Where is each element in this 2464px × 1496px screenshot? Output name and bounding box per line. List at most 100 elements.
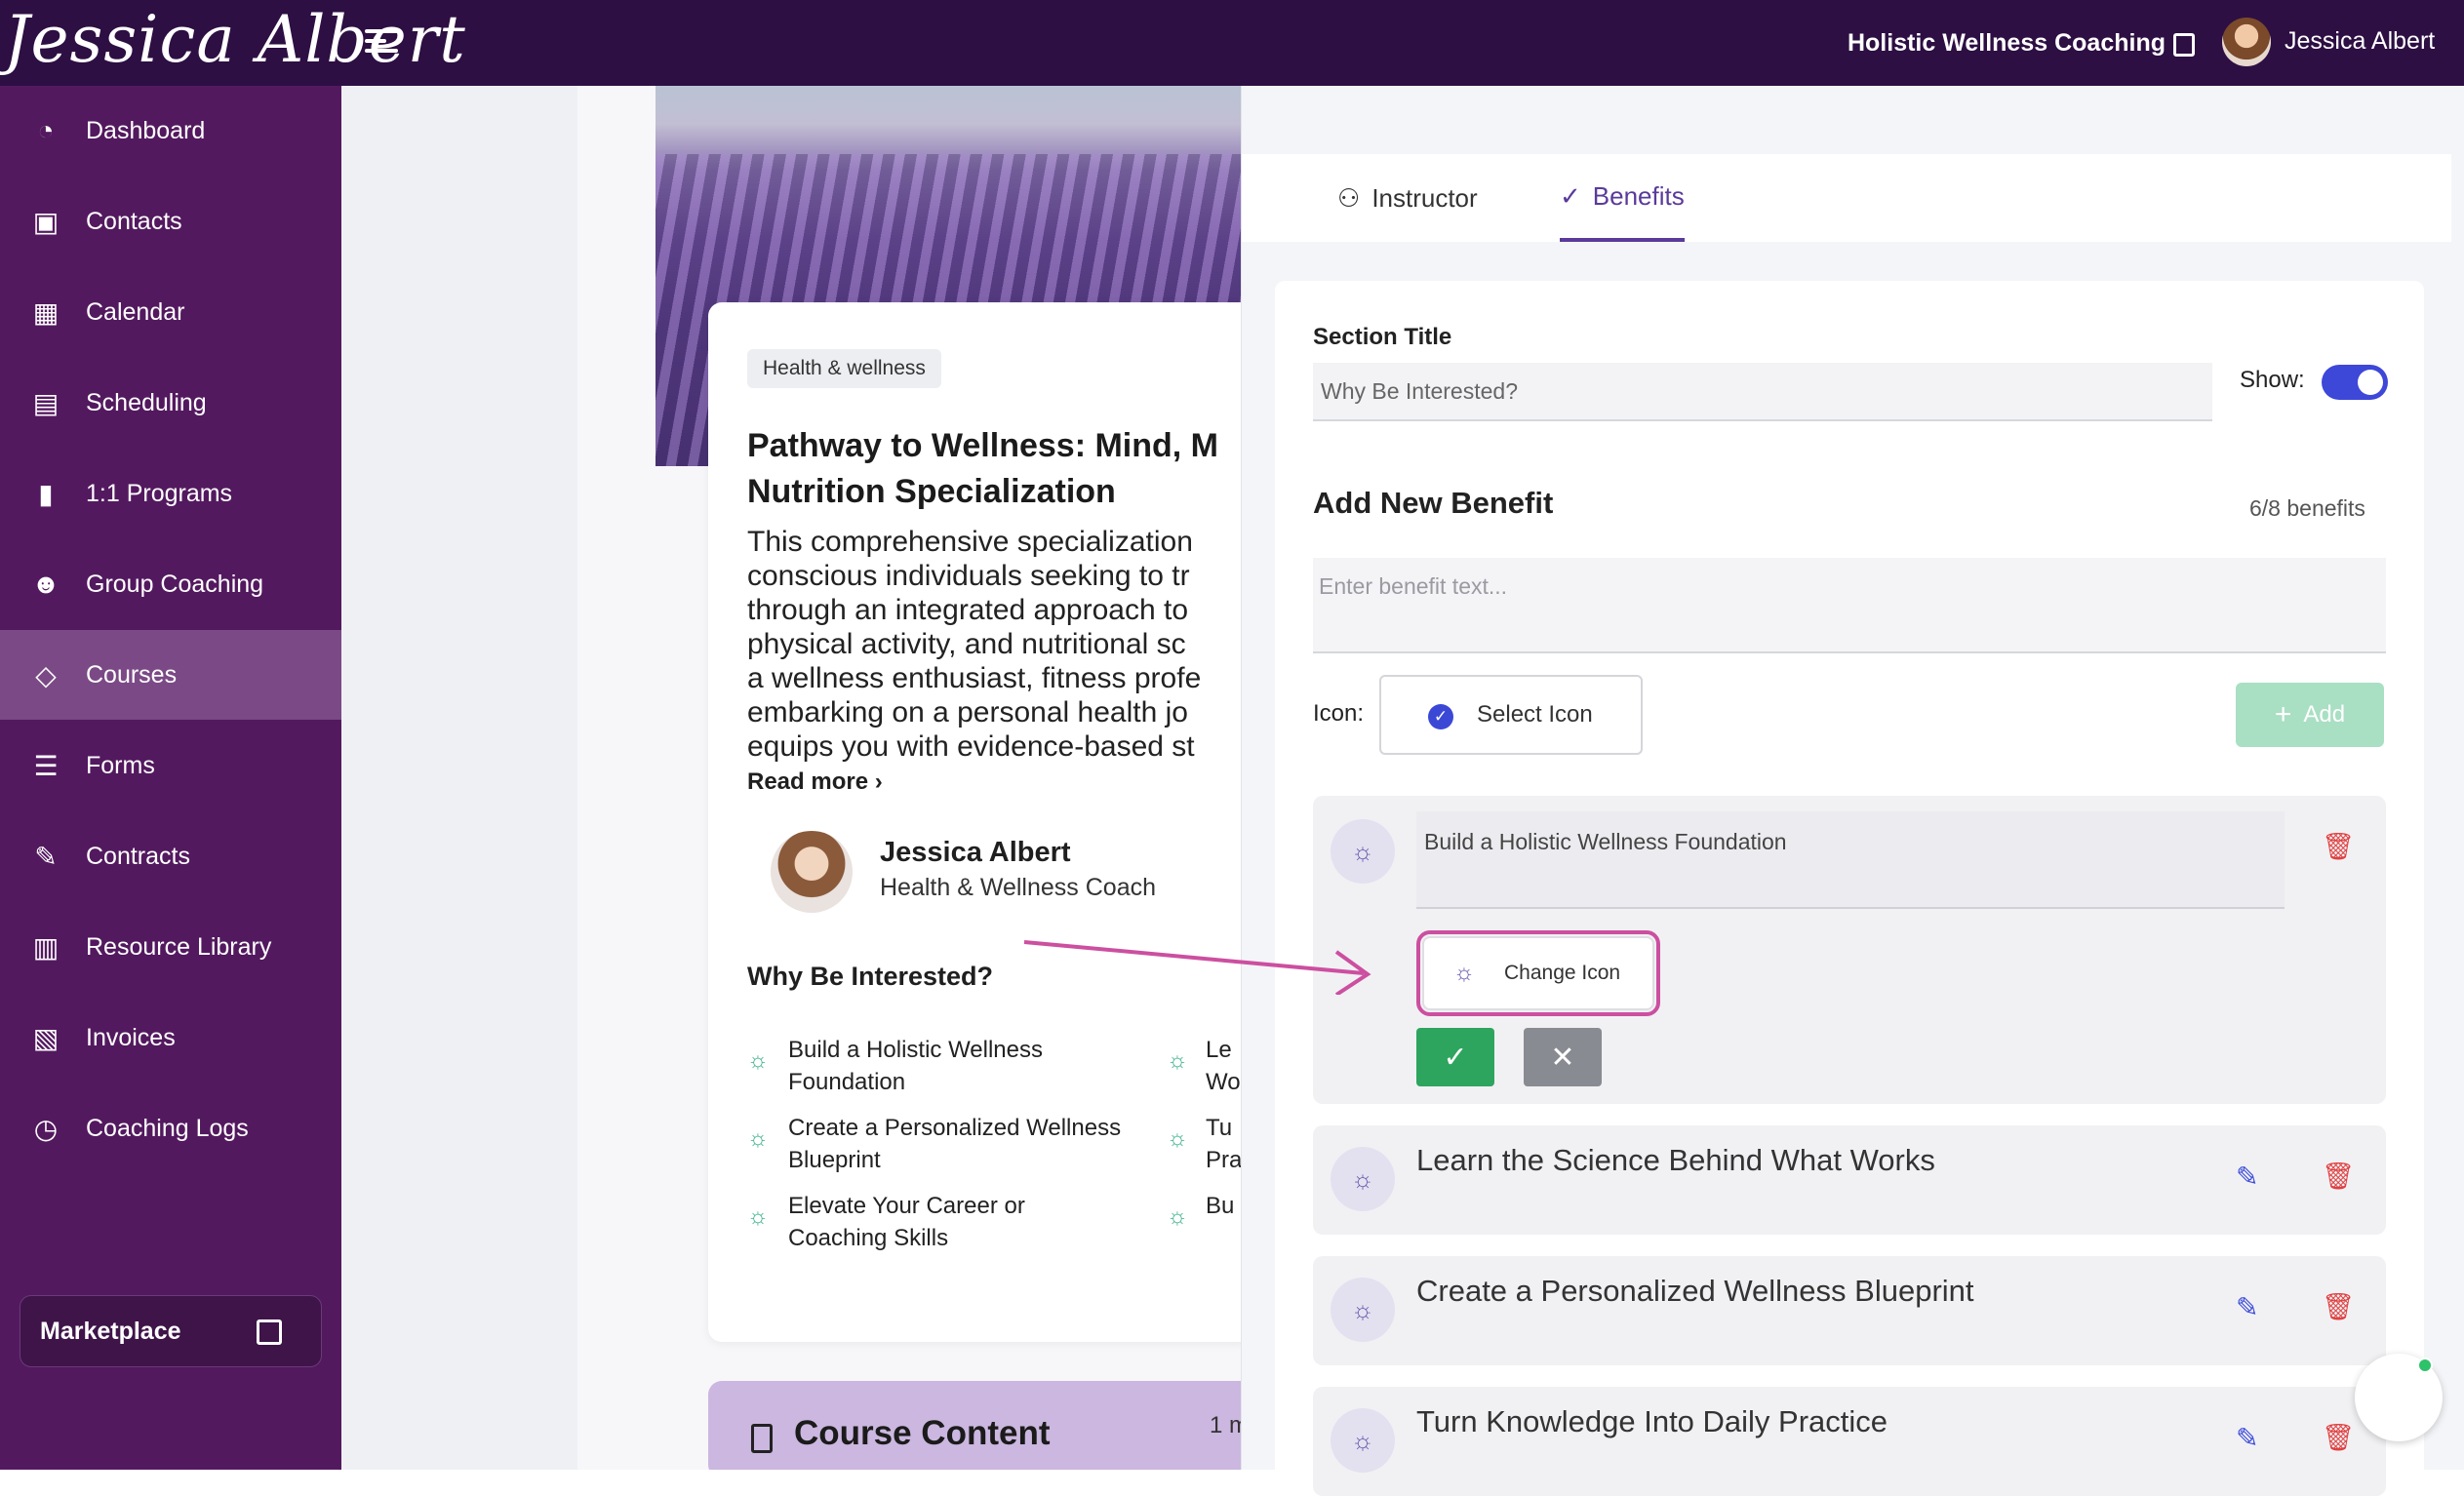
benefit-item: Le Wo (1206, 1037, 1241, 1095)
tab-benefits[interactable]: ✓ Benefits (1560, 154, 1685, 242)
course-title: Pathway to Wellness: Mind, M Nutrition S… (747, 427, 1218, 510)
check-circle-icon: ✓ (1428, 704, 1453, 729)
select-icon-button[interactable]: ✓ Select Icon (1379, 675, 1643, 755)
trash-icon[interactable]: 🗑 (2322, 1161, 2355, 1191)
marketplace-button[interactable]: Marketplace (20, 1295, 322, 1367)
benefit-row (1313, 1387, 2386, 1496)
user-name[interactable]: Jessica Albert (2285, 27, 2435, 56)
course-card: Health & wellness Pathway to Wellness: M… (708, 302, 1241, 1342)
sidebar-item-calendar[interactable]: ▦ Calendar (0, 267, 341, 357)
sidebar-item-contracts[interactable]: ✎ Contracts (0, 811, 341, 901)
close-icon: ✕ (1550, 1041, 1575, 1074)
benefit-text-input[interactable]: Enter benefit text... (1313, 558, 2386, 653)
sidebar-item-forms[interactable]: ☰ Forms (0, 721, 341, 810)
pencil-icon[interactable]: ✎ (2236, 1291, 2263, 1322)
sunrise-icon: ☼ (747, 1203, 769, 1230)
sunrise-icon[interactable]: ☼ (1331, 819, 1395, 884)
sunrise-icon: ☼ (747, 1047, 769, 1074)
instructor-role: Health & Wellness Coach (880, 874, 1157, 901)
change-icon-button[interactable]: ☼ Change Icon (1422, 936, 1654, 1010)
calendar-icon: ▦ (32, 296, 60, 328)
sidebar-item-programs[interactable]: ▮ 1:1 Programs (0, 449, 341, 538)
sidebar-item-label: Calendar (86, 297, 185, 326)
confirm-button[interactable]: ✓ (1416, 1028, 1494, 1086)
sunrise-icon: ☼ (1167, 1203, 1188, 1230)
sidebar: ◔ Dashboard ▣ Contacts ▦ Calendar ▤ Scheduli… (0, 86, 341, 1470)
category-tag: Health & wellness (747, 349, 941, 388)
contacts-icon: ▣ (32, 206, 60, 237)
sidebar-item-group-coaching[interactable]: ☻ Group Coaching (0, 539, 341, 629)
menu-toggle-icon[interactable] (365, 29, 398, 59)
sidebar-item-coaching-logs[interactable]: ◷ Coaching Logs (0, 1083, 341, 1173)
marketplace-label: Marketplace (40, 1317, 181, 1345)
instructor-name: Jessica Albert (880, 837, 1071, 868)
sunrise-icon: ☼ (1167, 1047, 1188, 1074)
sunrise-icon: ☼ (1331, 1408, 1395, 1473)
add-benefit-heading: Add New Benefit (1313, 486, 1554, 520)
course-content-title: Course Content (794, 1414, 1051, 1452)
instructor-avatar (771, 831, 853, 913)
online-status-dot (2417, 1358, 2433, 1373)
pencil-icon[interactable]: ✎ (2236, 1422, 2263, 1453)
pencil-icon[interactable]: ✎ (2236, 1161, 2263, 1192)
dashboard-icon: ◔ (37, 115, 55, 145)
sidebar-item-contacts[interactable]: ▣ Contacts (0, 177, 341, 266)
sidebar-item-label: Courses (86, 660, 178, 689)
read-more-link[interactable]: Read more › (747, 768, 883, 796)
trash-icon[interactable]: 🗑 (2322, 1422, 2355, 1452)
document-icon (751, 1424, 773, 1453)
trash-icon[interactable]: 🗑 (2322, 831, 2355, 861)
read-more-label: Read more (747, 768, 869, 795)
sidebar-item-invoices[interactable]: ▧ Invoices (0, 993, 341, 1083)
sidebar-item-label: Scheduling (86, 388, 207, 416)
contract-icon: ✎ (34, 841, 58, 872)
benefit-row-text: Turn Knowledge Into Daily Practice (1416, 1404, 1888, 1438)
benefit-count: 6/8 benefits (2249, 495, 2365, 521)
check-icon: ✓ (1560, 180, 1581, 211)
user-avatar[interactable] (2222, 18, 2271, 66)
forms-icon: ☰ (33, 750, 59, 781)
briefcase-icon[interactable] (2173, 33, 2195, 57)
graduation-cap-icon: ◇ (35, 659, 57, 690)
benefit-item: Bu (1206, 1193, 1235, 1219)
book-icon: ▮ (38, 478, 54, 509)
section-title-input[interactable]: Why Be Interested? (1313, 363, 2212, 421)
sunrise-icon: ☼ (1331, 1278, 1395, 1342)
show-toggle[interactable] (2322, 365, 2388, 400)
sidebar-item-label: 1:1 Programs (86, 479, 233, 507)
editor-tabs: ⚇ Instructor ✓ Benefits (1242, 154, 2451, 242)
user-icon: ⚇ (1337, 182, 1361, 213)
benefit-row-text: Learn the Science Behind What Works (1416, 1143, 1935, 1177)
sidebar-item-scheduling[interactable]: ▤ Scheduling (0, 358, 341, 448)
add-benefit-button[interactable]: + Add (2236, 683, 2384, 747)
icon-label: Icon: (1313, 700, 1365, 727)
cancel-button[interactable]: ✕ (1524, 1028, 1602, 1086)
benefit-edit-input[interactable]: Build a Holistic Wellness Foundation (1416, 811, 2285, 909)
business-name[interactable]: Holistic Wellness Coaching (1848, 29, 2166, 58)
sidebar-item-label: Forms (86, 751, 155, 779)
benefit-item: Build a Holistic Wellness Foundation (788, 1037, 1043, 1095)
tab-label: Instructor (1371, 182, 1478, 213)
benefit-row (1313, 1125, 2386, 1235)
benefit-row (1313, 1256, 2386, 1365)
benefit-item: Create a Personalized Wellness Blueprint (788, 1115, 1122, 1173)
clock-icon: ◷ (33, 1113, 59, 1144)
tab-label: Benefits (1592, 180, 1685, 211)
invoice-icon: ▧ (32, 1022, 60, 1053)
sunrise-icon: ☼ (1167, 1125, 1188, 1152)
sidebar-item-courses[interactable]: ◇ Courses (0, 630, 341, 720)
benefit-item: Tu Pra (1206, 1115, 1241, 1173)
add-label: Add (2303, 701, 2346, 728)
sidebar-item-label: Dashboard (86, 116, 206, 144)
change-icon-label: Change Icon (1504, 962, 1621, 984)
sidebar-item-resource-library[interactable]: ▥ Resource Library (0, 902, 341, 992)
sidebar-item-label: Group Coaching (86, 570, 264, 598)
scheduling-icon: ▤ (32, 387, 60, 418)
trash-icon[interactable]: 🗑 (2322, 1291, 2355, 1321)
benefit-row-text: Create a Personalized Wellness Blueprint (1416, 1274, 1974, 1308)
section-title-label: Section Title (1313, 324, 1452, 350)
tab-instructor[interactable]: ⚇ Instructor (1337, 154, 1478, 242)
show-label: Show: (2240, 367, 2305, 393)
sidebar-item-dashboard[interactable]: ◔ Dashboard (0, 86, 341, 176)
library-icon: ▥ (32, 931, 60, 963)
